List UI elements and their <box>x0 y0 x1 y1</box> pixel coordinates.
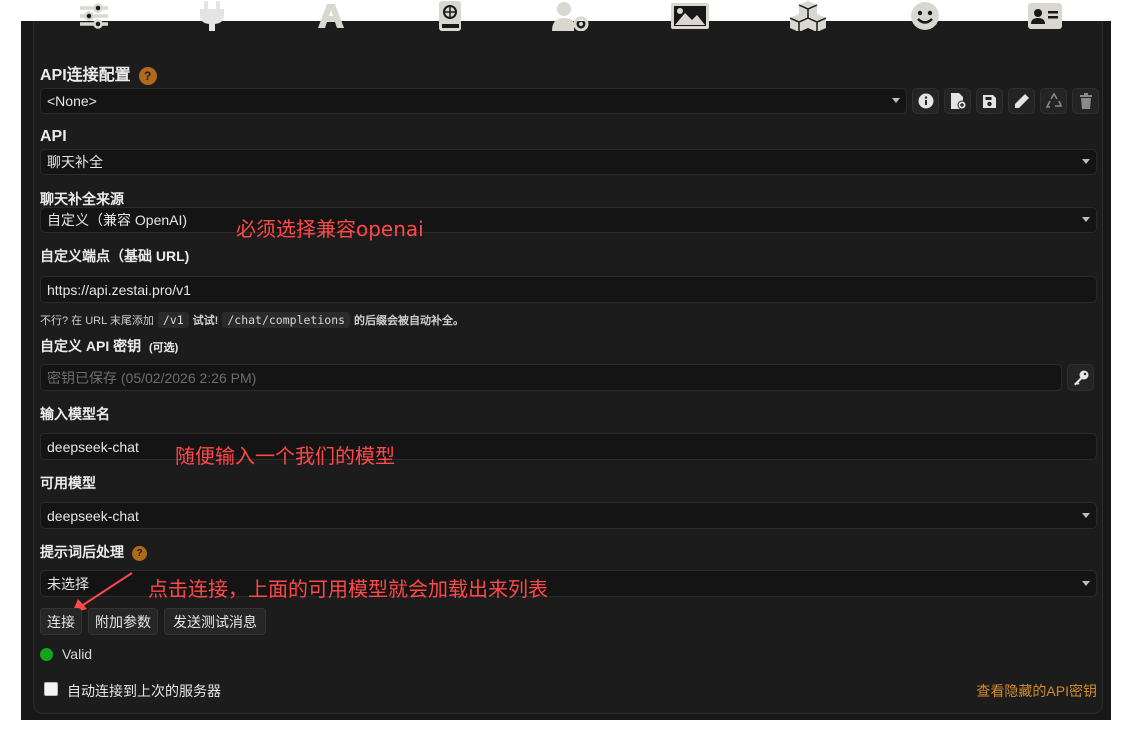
preset-restore-button[interactable] <box>1040 88 1067 114</box>
auto-connect-checkbox[interactable] <box>44 682 58 696</box>
chevron-down-icon <box>892 98 900 103</box>
endpoint-hint-mid: 试试! <box>192 315 219 327</box>
endpoint-url-input[interactable]: https://api.zestai.pro/v1 <box>40 276 1097 303</box>
available-models-label: 可用模型 <box>40 475 96 491</box>
post-processing-label-text: 提示词后处理 <box>40 544 124 560</box>
chevron-down-icon <box>1082 217 1090 222</box>
chevron-down-icon <box>1082 512 1090 518</box>
endpoint-label: 自定义端点（基础 URL) <box>40 248 190 264</box>
available-models-select[interactable]: deepseek-chat <box>40 502 1097 529</box>
chat-source-value: 自定义（兼容 OpenAI) <box>47 212 188 228</box>
info-icon <box>918 93 933 109</box>
trash-icon <box>1079 93 1092 109</box>
chevron-down-icon <box>1082 580 1090 586</box>
recycle-icon <box>1045 93 1062 108</box>
preset-save-button[interactable] <box>976 88 1003 114</box>
api-label: API <box>40 128 67 145</box>
api-select-value: 聊天补全 <box>47 154 103 170</box>
annotation-model-note: 随便输入一个我们的模型 <box>175 444 395 468</box>
api-select[interactable]: 聊天补全 <box>40 149 1097 175</box>
api-key-label-text: 自定义 API 密钥 <box>40 338 142 354</box>
preset-import-button[interactable] <box>944 88 971 114</box>
chat-source-select[interactable]: 自定义（兼容 OpenAI) <box>40 207 1097 233</box>
send-test-message-button[interactable]: 发送测试消息 <box>164 608 266 635</box>
help-icon[interactable]: ? <box>132 545 147 561</box>
font-icon[interactable] <box>311 0 351 32</box>
model-name-label: 输入模型名 <box>40 406 110 422</box>
endpoint-hint-code-completions: /chat/completions <box>222 312 351 328</box>
connection-preset-value: <None> <box>47 93 97 109</box>
user-gear-icon[interactable] <box>550 0 590 32</box>
pencil-icon <box>1014 94 1029 108</box>
smiley-icon[interactable] <box>905 0 945 32</box>
cubes-icon[interactable] <box>788 0 828 32</box>
file-import-icon <box>950 93 966 110</box>
floppy-disk-icon <box>983 94 996 108</box>
status-dot-icon <box>40 647 53 661</box>
annotation-connect-note: 点击连接，上面的可用模型就会加载出来列表 <box>148 577 548 601</box>
extra-params-button[interactable]: 附加参数 <box>88 608 158 635</box>
connect-button[interactable]: 连接 <box>40 608 82 635</box>
api-connection-title-text: API连接配置 <box>40 67 131 84</box>
api-key-placeholder: 密钥已保存 (05/02/2026 2:26 PM) <box>47 369 257 386</box>
sliders-icon[interactable] <box>74 0 114 32</box>
available-models-value: deepseek-chat <box>47 507 139 524</box>
view-hidden-api-keys-link[interactable]: 查看隐藏的API密钥 <box>976 681 1097 701</box>
key-icon <box>1073 370 1088 385</box>
annotation-source-note: 必须选择兼容openai <box>236 217 424 241</box>
image-icon[interactable] <box>670 0 710 32</box>
chat-source-label: 聊天补全来源 <box>40 191 124 207</box>
api-key-label: 自定义 API 密钥 (可选) <box>40 336 178 356</box>
help-icon[interactable]: ? <box>138 66 157 85</box>
api-connection-title: API连接配置? <box>40 61 157 85</box>
plug-icon[interactable] <box>192 0 232 32</box>
preset-rename-button[interactable] <box>1008 88 1035 114</box>
auto-connect-label[interactable]: 自动连接到上次的服务器 <box>67 681 221 701</box>
connection-status: Valid <box>40 645 92 663</box>
id-card-icon[interactable] <box>1025 0 1065 32</box>
endpoint-hint-suffix: 的后缀会被自动补全。 <box>354 315 465 327</box>
chevron-down-icon <box>1082 159 1090 164</box>
api-key-input[interactable]: 密钥已保存 (05/02/2026 2:26 PM) <box>40 364 1062 391</box>
api-key-button[interactable] <box>1067 364 1094 391</box>
preset-delete-button[interactable] <box>1072 88 1099 114</box>
endpoint-hint: 不行? 在 URL 末尾添加 /v1 试试! /chat/completions… <box>40 311 464 329</box>
preset-info-button[interactable] <box>912 88 939 114</box>
status-text: Valid <box>62 646 93 662</box>
api-key-optional: (可选) <box>149 342 179 354</box>
connection-preset-select[interactable]: <None> <box>40 88 907 114</box>
book-icon[interactable] <box>430 0 470 32</box>
endpoint-hint-prefix: 不行? 在 URL 末尾添加 <box>40 315 154 327</box>
post-processing-label: 提示词后处理? <box>40 542 147 562</box>
endpoint-hint-code-v1: /v1 <box>157 312 189 328</box>
